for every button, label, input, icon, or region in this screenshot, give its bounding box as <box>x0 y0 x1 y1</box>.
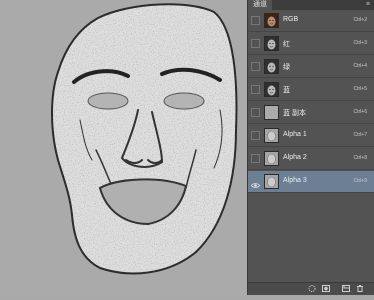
channel-shortcut: Ctrl+3 <box>353 40 367 46</box>
visibility-toggle[interactable] <box>251 131 260 140</box>
visibility-toggle[interactable] <box>251 154 260 163</box>
channel-name: 红 <box>283 41 290 48</box>
channel-thumbnail <box>264 151 279 166</box>
channel-shortcut: Ctrl+2 <box>353 17 367 23</box>
channel-shortcut: Ctrl+5 <box>353 86 367 92</box>
channel-thumbnail <box>264 59 279 74</box>
channel-row[interactable]: Alpha 2 Ctrl+8 <box>248 148 374 170</box>
channel-shortcut: Ctrl+6 <box>353 109 367 115</box>
panel-menu-icon[interactable]: ≡ <box>366 0 374 10</box>
visibility-toggle[interactable] <box>251 39 260 48</box>
panel-tab-bar: 通道 ≡ <box>248 0 374 10</box>
channels-panel: 通道 ≡ RGB Ctrl+2 红 Ctrl+3 绿 Ctrl+4 蓝 Ctrl+5 蓝 副本 C… <box>247 0 374 295</box>
channel-row[interactable]: 蓝 副本 Ctrl+6 <box>248 102 374 124</box>
channel-row[interactable]: 红 Ctrl+3 <box>248 33 374 55</box>
load-selection-icon[interactable] <box>308 285 316 292</box>
channel-row[interactable]: 绿 Ctrl+4 <box>248 56 374 78</box>
channel-thumbnail <box>264 128 279 143</box>
canvas-image <box>51 3 238 275</box>
visibility-toggle[interactable] <box>251 62 260 71</box>
channel-thumbnail <box>264 174 279 189</box>
channel-thumbnail <box>264 82 279 97</box>
visibility-toggle[interactable] <box>251 108 260 117</box>
channel-shortcut: Ctrl+8 <box>353 155 367 161</box>
panel-bottom-bar <box>248 282 374 295</box>
channel-name: 蓝 副本 <box>283 110 306 117</box>
channel-name: RGB <box>283 16 299 23</box>
channel-shortcut: Ctrl+4 <box>353 63 367 69</box>
save-selection-icon[interactable] <box>322 285 330 292</box>
document-canvas[interactable] <box>0 0 247 295</box>
channel-name: Alpha 3 <box>283 177 307 184</box>
channel-shortcut: Ctrl+9 <box>353 178 367 184</box>
channel-shortcut: Ctrl+7 <box>353 132 367 138</box>
channel-row[interactable]: Alpha 1 Ctrl+7 <box>248 125 374 147</box>
channel-row[interactable]: 蓝 Ctrl+5 <box>248 79 374 101</box>
channel-name: Alpha 2 <box>283 154 307 161</box>
channel-thumbnail <box>264 105 279 120</box>
delete-channel-icon[interactable] <box>356 285 364 292</box>
channel-thumbnail <box>264 13 279 28</box>
channel-thumbnail <box>264 36 279 51</box>
tab-channels[interactable]: 通道 <box>248 0 272 10</box>
channel-name: Alpha 1 <box>283 131 307 138</box>
eye-icon <box>251 183 260 188</box>
visibility-toggle[interactable] <box>251 16 260 25</box>
channel-name: 蓝 <box>283 87 290 94</box>
channel-row[interactable]: Alpha 3 Ctrl+9 <box>248 171 374 193</box>
new-channel-icon[interactable] <box>342 285 350 292</box>
visibility-toggle[interactable] <box>251 85 260 94</box>
channel-row[interactable]: RGB Ctrl+2 <box>248 10 374 32</box>
visibility-toggle[interactable] <box>251 177 260 188</box>
channel-name: 绿 <box>283 64 290 71</box>
